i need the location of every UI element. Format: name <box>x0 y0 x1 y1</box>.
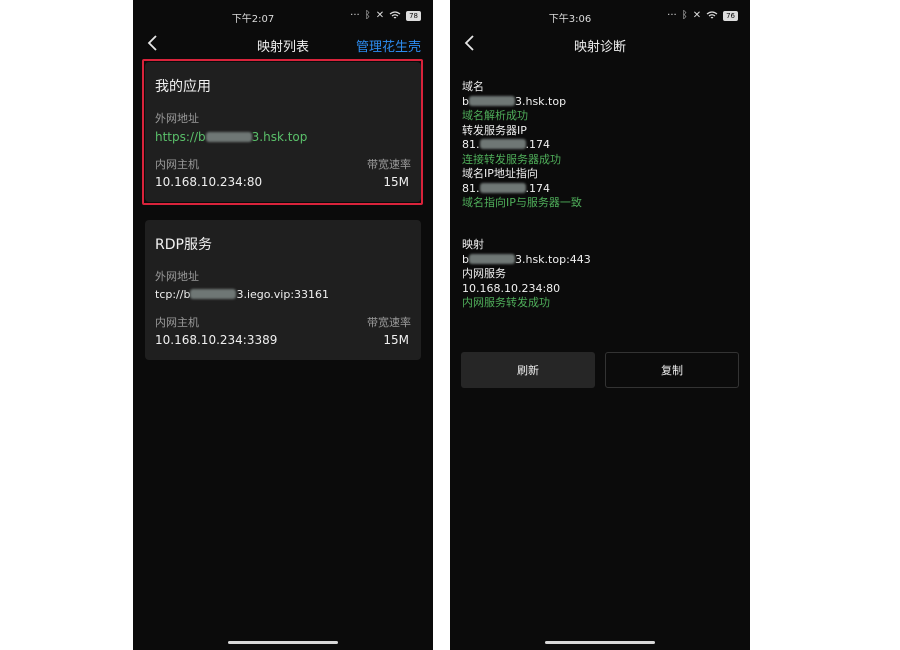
status-bar: 下午3:06 ··· ᛒ ✕ 76 <box>450 9 750 25</box>
refresh-button[interactable]: 刷新 <box>461 352 595 388</box>
status-icons: ··· ᛒ ✕ 76 <box>667 10 738 21</box>
wifi-icon <box>706 11 718 19</box>
redacted-blur <box>479 182 526 193</box>
dots-icon: ··· <box>667 10 677 21</box>
copy-button[interactable]: 复制 <box>605 352 739 388</box>
forward-server-label: 转发服务器IP <box>462 123 527 137</box>
battery-icon: 76 <box>723 10 738 21</box>
redacted-blur <box>479 139 526 149</box>
mapping-value: b 3.hsk.top:443 <box>462 252 591 266</box>
redacted-blur <box>190 289 237 299</box>
domain-value: b 3.hsk.top <box>462 94 567 108</box>
redacted-blur <box>468 95 515 106</box>
manage-oray-link[interactable]: 管理花生壳 <box>356 36 421 55</box>
signal-icon: ✕ <box>692 10 702 21</box>
bluetooth-icon: ᛒ <box>364 10 371 21</box>
internal-host-label: 内网主机 <box>155 316 199 329</box>
mapping-label: 映射 <box>462 238 484 251</box>
mapping-list-screen: 下午2:07 ··· ᛒ ✕ 78 映射列表 管理花生壳 我的应用 外网地址 h… <box>133 0 433 650</box>
nav-bar: 映射诊断 <box>450 32 750 56</box>
forward-server-status: 连接转发服务器成功 <box>462 152 561 166</box>
external-address-value[interactable]: tcp://b 3.iego.vip:33161 <box>155 288 329 301</box>
dots-icon: ··· <box>350 10 360 21</box>
status-bar: 下午2:07 ··· ᛒ ✕ 78 <box>133 9 433 25</box>
domain-label: 域名 <box>462 80 484 93</box>
highlight-box <box>142 59 423 205</box>
nav-bar: 映射列表 管理花生壳 <box>133 32 433 56</box>
bandwidth-label: 带宽速率 <box>367 316 411 329</box>
forward-server-value: 81. .174 <box>462 138 550 151</box>
wifi-icon <box>389 11 401 19</box>
dns-target-value: 81. .174 <box>462 181 550 195</box>
mapping-card-rdp[interactable]: RDP服务 外网地址 tcp://b 3.iego.vip:33161 内网主机 … <box>145 220 421 360</box>
diagnosis-domain-section: 域名 b 3.hsk.top 域名解析成功 转发服务器IP 81. .174 连接转… <box>462 80 582 211</box>
signal-icon: ✕ <box>375 10 385 21</box>
mapping-diagnosis-screen: 下午3:06 ··· ᛒ ✕ 76 映射诊断 域名 b 3.hsk.top 域名解… <box>450 0 750 650</box>
home-indicator[interactable] <box>545 641 655 644</box>
status-icons: ··· ᛒ ✕ 78 <box>350 10 421 21</box>
bandwidth-value: 15M <box>383 333 409 347</box>
inner-service-status: 内网服务转发成功 <box>462 296 550 309</box>
dns-target-label: 域名IP地址指向 <box>462 167 538 180</box>
home-indicator[interactable] <box>228 641 338 644</box>
redacted-blur <box>468 253 515 264</box>
bluetooth-icon: ᛒ <box>681 10 688 21</box>
page-title: 映射诊断 <box>573 40 626 55</box>
inner-service-value: 10.168.10.234:80 <box>462 281 561 295</box>
inner-service-label: 内网服务 <box>462 267 506 280</box>
battery-icon: 78 <box>406 10 421 21</box>
dns-target-status: 域名指向IP与服务器一致 <box>462 196 582 209</box>
external-address-label: 外网地址 <box>155 270 199 283</box>
domain-status: 域名解析成功 <box>462 109 528 122</box>
diagnosis-mapping-section: 映射 b 3.hsk.top:443 内网服务 10.168.10.234:80 … <box>462 238 591 311</box>
card-title: RDP服务 <box>155 237 212 253</box>
internal-host-value: 10.168.10.234:3389 <box>155 333 278 347</box>
